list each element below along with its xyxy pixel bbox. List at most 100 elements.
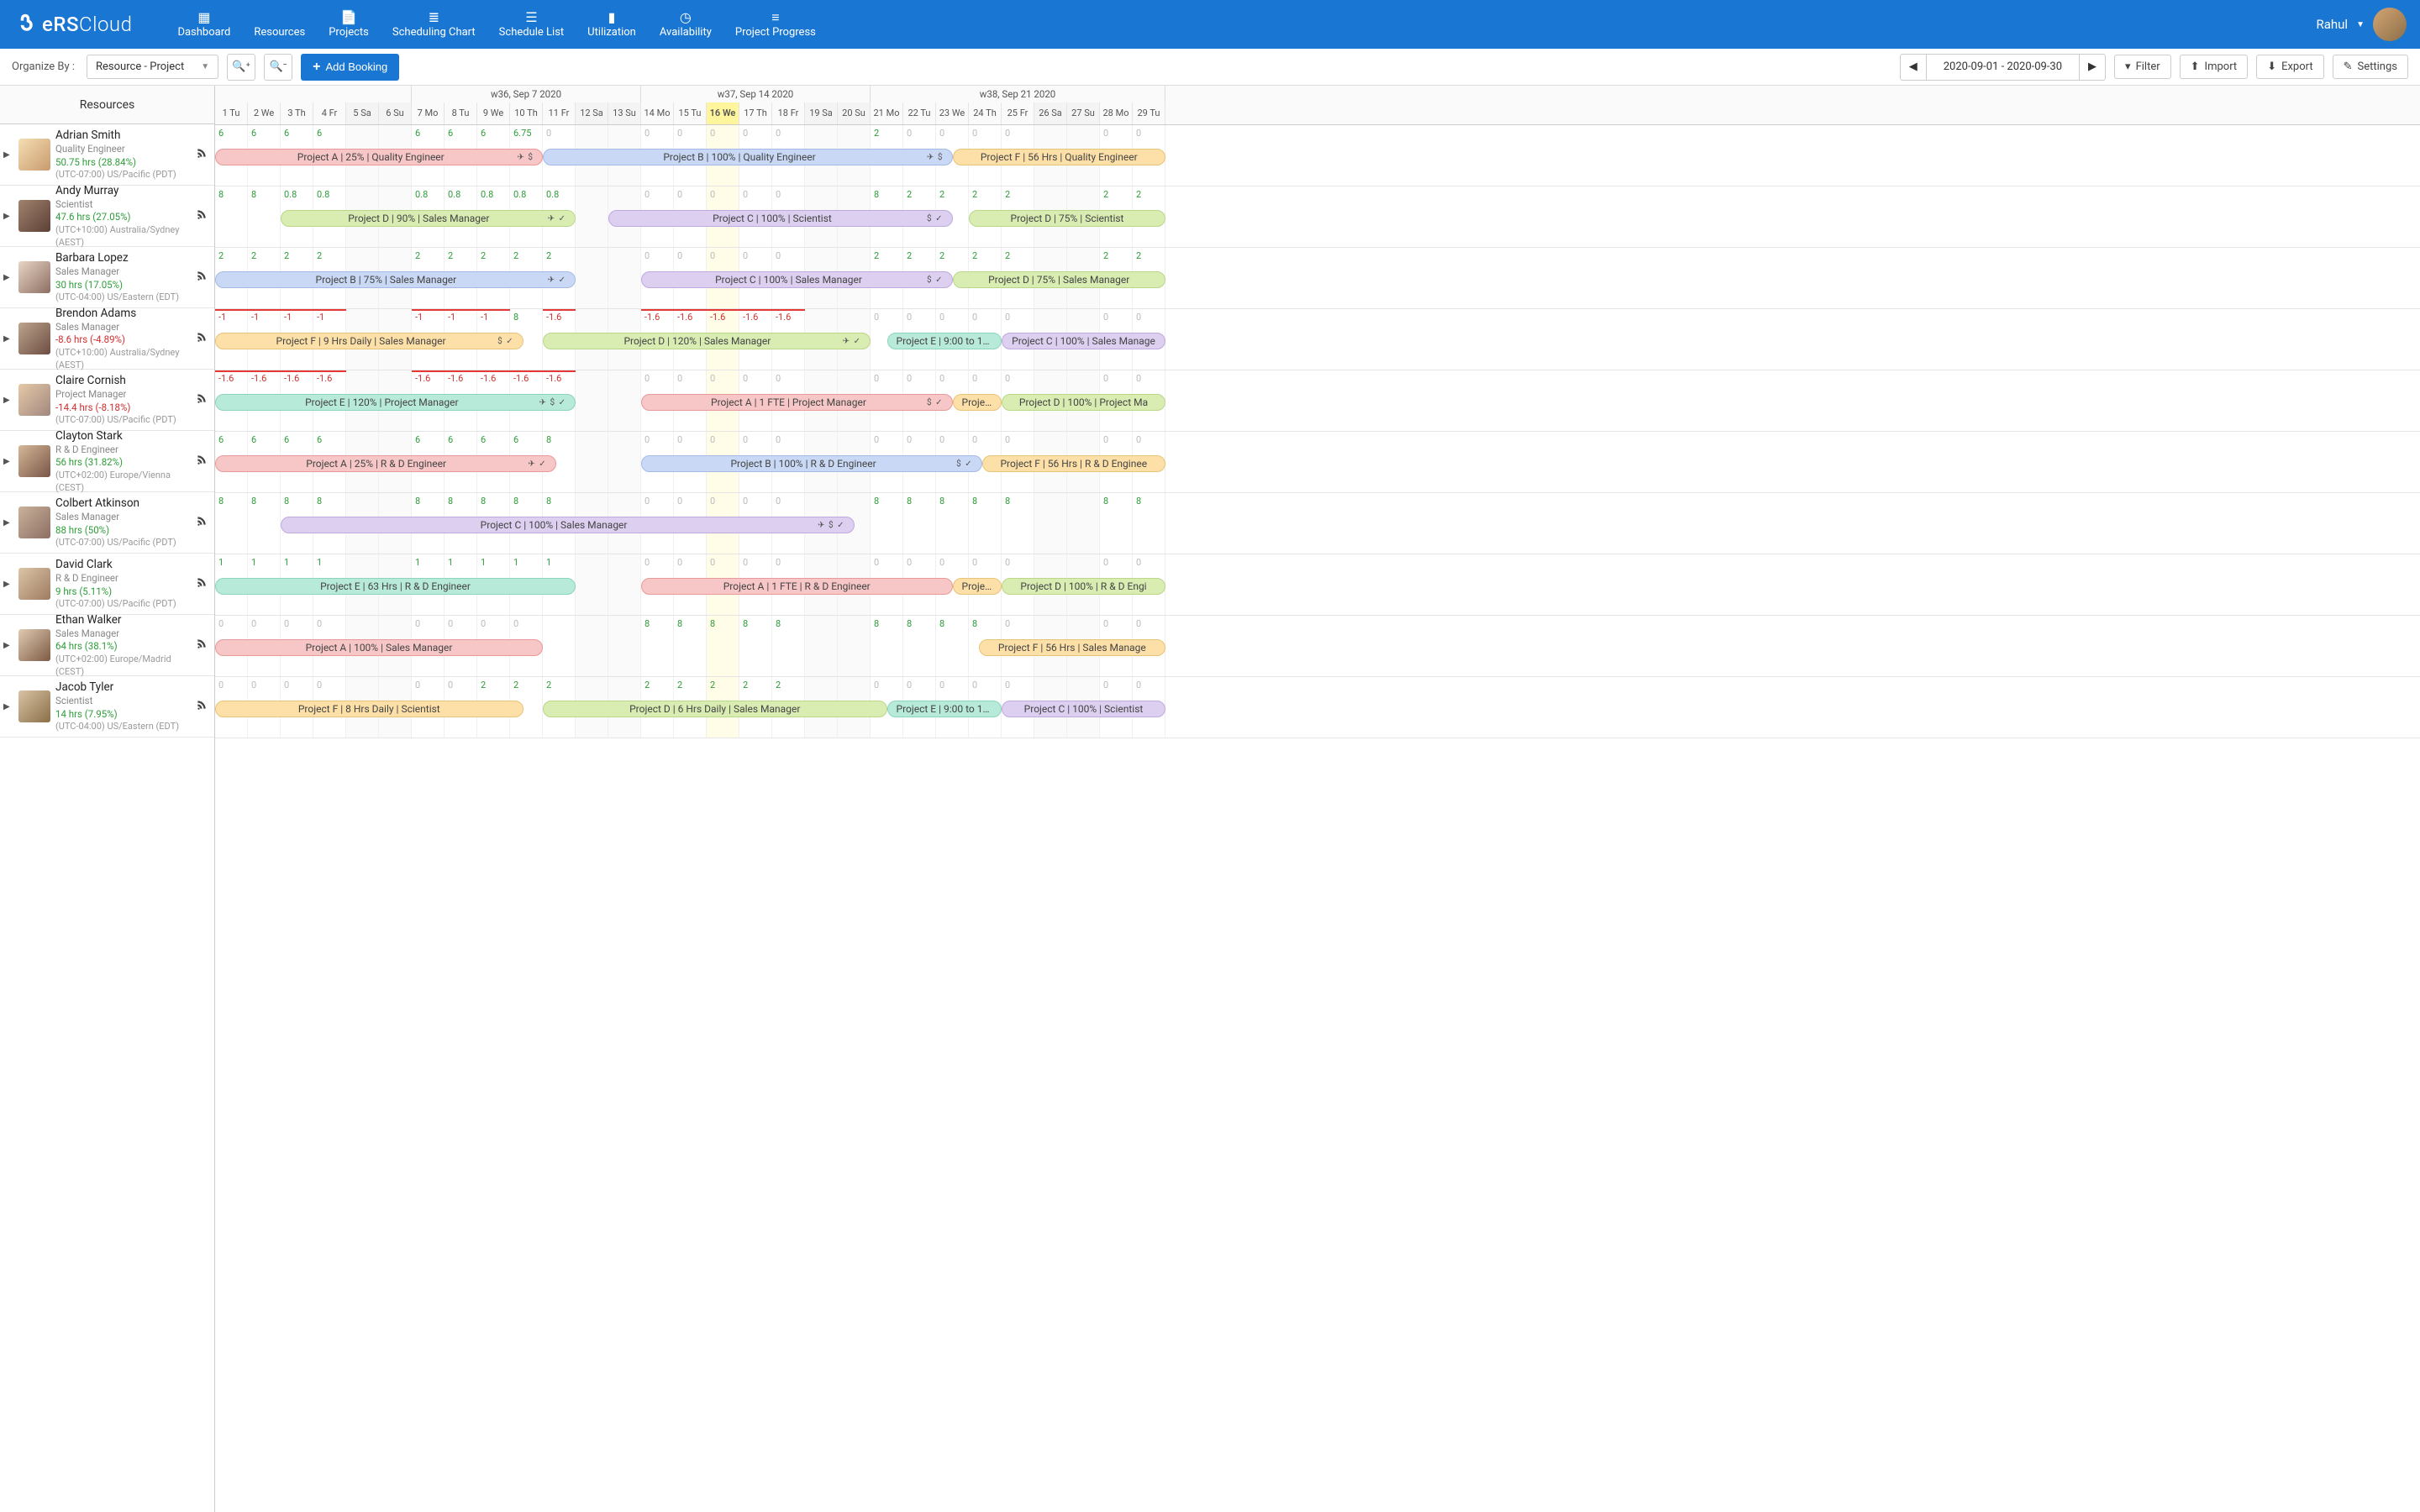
- booking-bar[interactable]: Project C | 100% | Sales Manage: [1002, 333, 1165, 349]
- expand-icon[interactable]: ▶: [3, 641, 13, 650]
- nav-dashboard[interactable]: ▦Dashboard: [166, 4, 242, 45]
- booking-bar[interactable]: Project D | 120% | Sales Manager✈ ✓: [543, 333, 871, 349]
- booking-bar[interactable]: Project D | 90% | Sales Manager✈ ✓: [281, 210, 576, 227]
- rss-icon[interactable]: [196, 147, 208, 162]
- day-header[interactable]: 7 Mo: [412, 102, 445, 124]
- day-header[interactable]: 10 Th: [510, 102, 543, 124]
- next-range-button[interactable]: ▶: [2079, 54, 2106, 81]
- export-button[interactable]: ⬇Export: [2256, 55, 2323, 79]
- rss-icon[interactable]: [196, 208, 208, 223]
- organize-select[interactable]: Resource - Project ▼: [87, 55, 218, 79]
- day-header[interactable]: 18 Fr: [772, 102, 805, 124]
- nav-projects[interactable]: 📄Projects: [317, 4, 381, 45]
- day-header[interactable]: 1 Tu: [215, 102, 248, 124]
- day-header[interactable]: 5 Sa: [346, 102, 379, 124]
- day-header[interactable]: 9 We: [477, 102, 510, 124]
- day-header[interactable]: 12 Sa: [576, 102, 608, 124]
- rss-icon[interactable]: [196, 576, 208, 591]
- resource-row[interactable]: ▶ Claire Cornish Project Manager -14.4 h…: [0, 370, 214, 431]
- booking-bar[interactable]: Project F | 56 Hrs | Sales Manage: [979, 639, 1165, 656]
- rss-icon[interactable]: [196, 331, 208, 346]
- import-button[interactable]: ⬆Import: [2180, 55, 2249, 79]
- expand-icon[interactable]: ▶: [3, 457, 13, 466]
- rss-icon[interactable]: [196, 454, 208, 469]
- expand-icon[interactable]: ▶: [3, 150, 13, 160]
- booking-bar[interactable]: Project B | 75% | Sales Manager✈ ✓: [215, 271, 576, 288]
- expand-icon[interactable]: ▶: [3, 396, 13, 405]
- logo[interactable]: eRS Cloud: [13, 13, 132, 36]
- nav-availability[interactable]: ◷Availability: [648, 4, 723, 45]
- day-header[interactable]: 3 Th: [281, 102, 313, 124]
- booking-bar[interactable]: Project A | 1 FTE | Project Manager$ ✓: [641, 394, 953, 411]
- nav-scheduling-chart[interactable]: ≣Scheduling Chart: [381, 4, 487, 45]
- booking-bar[interactable]: Project E | 63 Hrs | R & D Engineer: [215, 578, 576, 595]
- resource-row[interactable]: ▶ Barbara Lopez Sales Manager 30 hrs (17…: [0, 247, 214, 308]
- user-menu[interactable]: Rahul ▼: [2317, 8, 2407, 41]
- booking-bar[interactable]: Project F |...: [953, 394, 1002, 411]
- day-header[interactable]: 27 Su: [1067, 102, 1100, 124]
- day-header[interactable]: 14 Mo: [641, 102, 674, 124]
- resource-row[interactable]: ▶ Clayton Stark R & D Engineer 56 hrs (3…: [0, 431, 214, 492]
- day-header[interactable]: 24 Th: [969, 102, 1002, 124]
- resource-row[interactable]: ▶ Andy Murray Scientist 47.6 hrs (27.05%…: [0, 186, 214, 247]
- booking-bar[interactable]: Project E | 9:00 to 17:00 D...: [887, 333, 1002, 349]
- add-booking-button[interactable]: + Add Booking: [301, 54, 399, 81]
- rss-icon[interactable]: [196, 515, 208, 530]
- day-header[interactable]: 28 Mo: [1100, 102, 1133, 124]
- day-header[interactable]: 13 Su: [608, 102, 641, 124]
- day-header[interactable]: 17 Th: [739, 102, 772, 124]
- resource-row[interactable]: ▶ Colbert Atkinson Sales Manager 88 hrs …: [0, 492, 214, 554]
- day-header[interactable]: 15 Tu: [674, 102, 707, 124]
- booking-bar[interactable]: Project B | 100% | Quality Engineer✈ $: [543, 149, 953, 165]
- booking-bar[interactable]: Project F | 56 Hrs | Quality Engineer: [953, 149, 1166, 165]
- day-header[interactable]: 20 Su: [838, 102, 871, 124]
- resource-row[interactable]: ▶ Adrian Smith Quality Engineer 50.75 hr…: [0, 124, 214, 186]
- day-header[interactable]: 2 We: [248, 102, 281, 124]
- booking-bar[interactable]: Project D | 75% | Scientist: [969, 210, 1165, 227]
- day-header[interactable]: 11 Fr: [543, 102, 576, 124]
- booking-bar[interactable]: Project F | 8 Hrs Daily | Scientist: [215, 701, 523, 717]
- booking-bar[interactable]: Project F |...: [953, 578, 1002, 595]
- booking-bar[interactable]: Project E | 9:00 to 17:00 Da...: [887, 701, 1002, 717]
- nav-schedule-list[interactable]: ☰Schedule List: [487, 4, 576, 45]
- booking-bar[interactable]: Project B | 100% | R & D Engineer$ ✓: [641, 455, 982, 472]
- booking-bar[interactable]: Project C | 100% | Sales Manager✈ $ ✓: [281, 517, 855, 533]
- booking-bar[interactable]: Project E | 120% | Project Manager✈ $ ✓: [215, 394, 576, 411]
- zoom-out-button[interactable]: 🔍⁻: [264, 54, 292, 81]
- resource-row[interactable]: ▶ Ethan Walker Sales Manager 64 hrs (38.…: [0, 615, 214, 676]
- expand-icon[interactable]: ▶: [3, 212, 13, 221]
- booking-bar[interactable]: Project A | 25% | R & D Engineer✈ ✓: [215, 455, 556, 472]
- expand-icon[interactable]: ▶: [3, 702, 13, 711]
- expand-icon[interactable]: ▶: [3, 273, 13, 282]
- day-header[interactable]: 26 Sa: [1034, 102, 1067, 124]
- booking-bar[interactable]: Project A | 100% | Sales Manager: [215, 639, 543, 656]
- resource-row[interactable]: ▶ Brendon Adams Sales Manager -8.6 hrs (…: [0, 308, 214, 370]
- prev-range-button[interactable]: ◀: [1900, 54, 1927, 81]
- day-header[interactable]: 6 Su: [379, 102, 412, 124]
- day-header[interactable]: 25 Fr: [1002, 102, 1034, 124]
- nav-utilization[interactable]: ▮Utilization: [576, 4, 648, 45]
- day-header[interactable]: 21 Mo: [871, 102, 903, 124]
- nav-resources[interactable]: 👤Resources: [242, 4, 317, 45]
- rss-icon[interactable]: [196, 270, 208, 285]
- settings-button[interactable]: ✎Settings: [2333, 55, 2408, 79]
- expand-icon[interactable]: ▶: [3, 518, 13, 528]
- booking-bar[interactable]: Project D | 75% | Sales Manager: [953, 271, 1166, 288]
- booking-bar[interactable]: Project D | 100% | Project Ma: [1002, 394, 1165, 411]
- date-range-display[interactable]: 2020-09-01 - 2020-09-30: [1927, 54, 2079, 81]
- resource-row[interactable]: ▶ Jacob Tyler Scientist 14 hrs (7.95%) (…: [0, 676, 214, 738]
- rss-icon[interactable]: [196, 638, 208, 653]
- day-header[interactable]: 22 Tu: [903, 102, 936, 124]
- expand-icon[interactable]: ▶: [3, 580, 13, 589]
- nav-project-progress[interactable]: ≡Project Progress: [723, 4, 828, 45]
- day-header[interactable]: 23 We: [936, 102, 969, 124]
- booking-bar[interactable]: Project C | 100% | Scientist$ ✓: [608, 210, 953, 227]
- rss-icon[interactable]: [196, 699, 208, 714]
- zoom-in-button[interactable]: 🔍⁺: [227, 54, 255, 81]
- expand-icon[interactable]: ▶: [3, 334, 13, 344]
- booking-bar[interactable]: Project A | 1 FTE | R & D Engineer: [641, 578, 953, 595]
- day-header[interactable]: 8 Tu: [445, 102, 477, 124]
- day-header[interactable]: 19 Sa: [805, 102, 838, 124]
- resource-row[interactable]: ▶ David Clark R & D Engineer 9 hrs (5.11…: [0, 554, 214, 615]
- booking-bar[interactable]: Project F | 56 Hrs | R & D Enginee: [982, 455, 1165, 472]
